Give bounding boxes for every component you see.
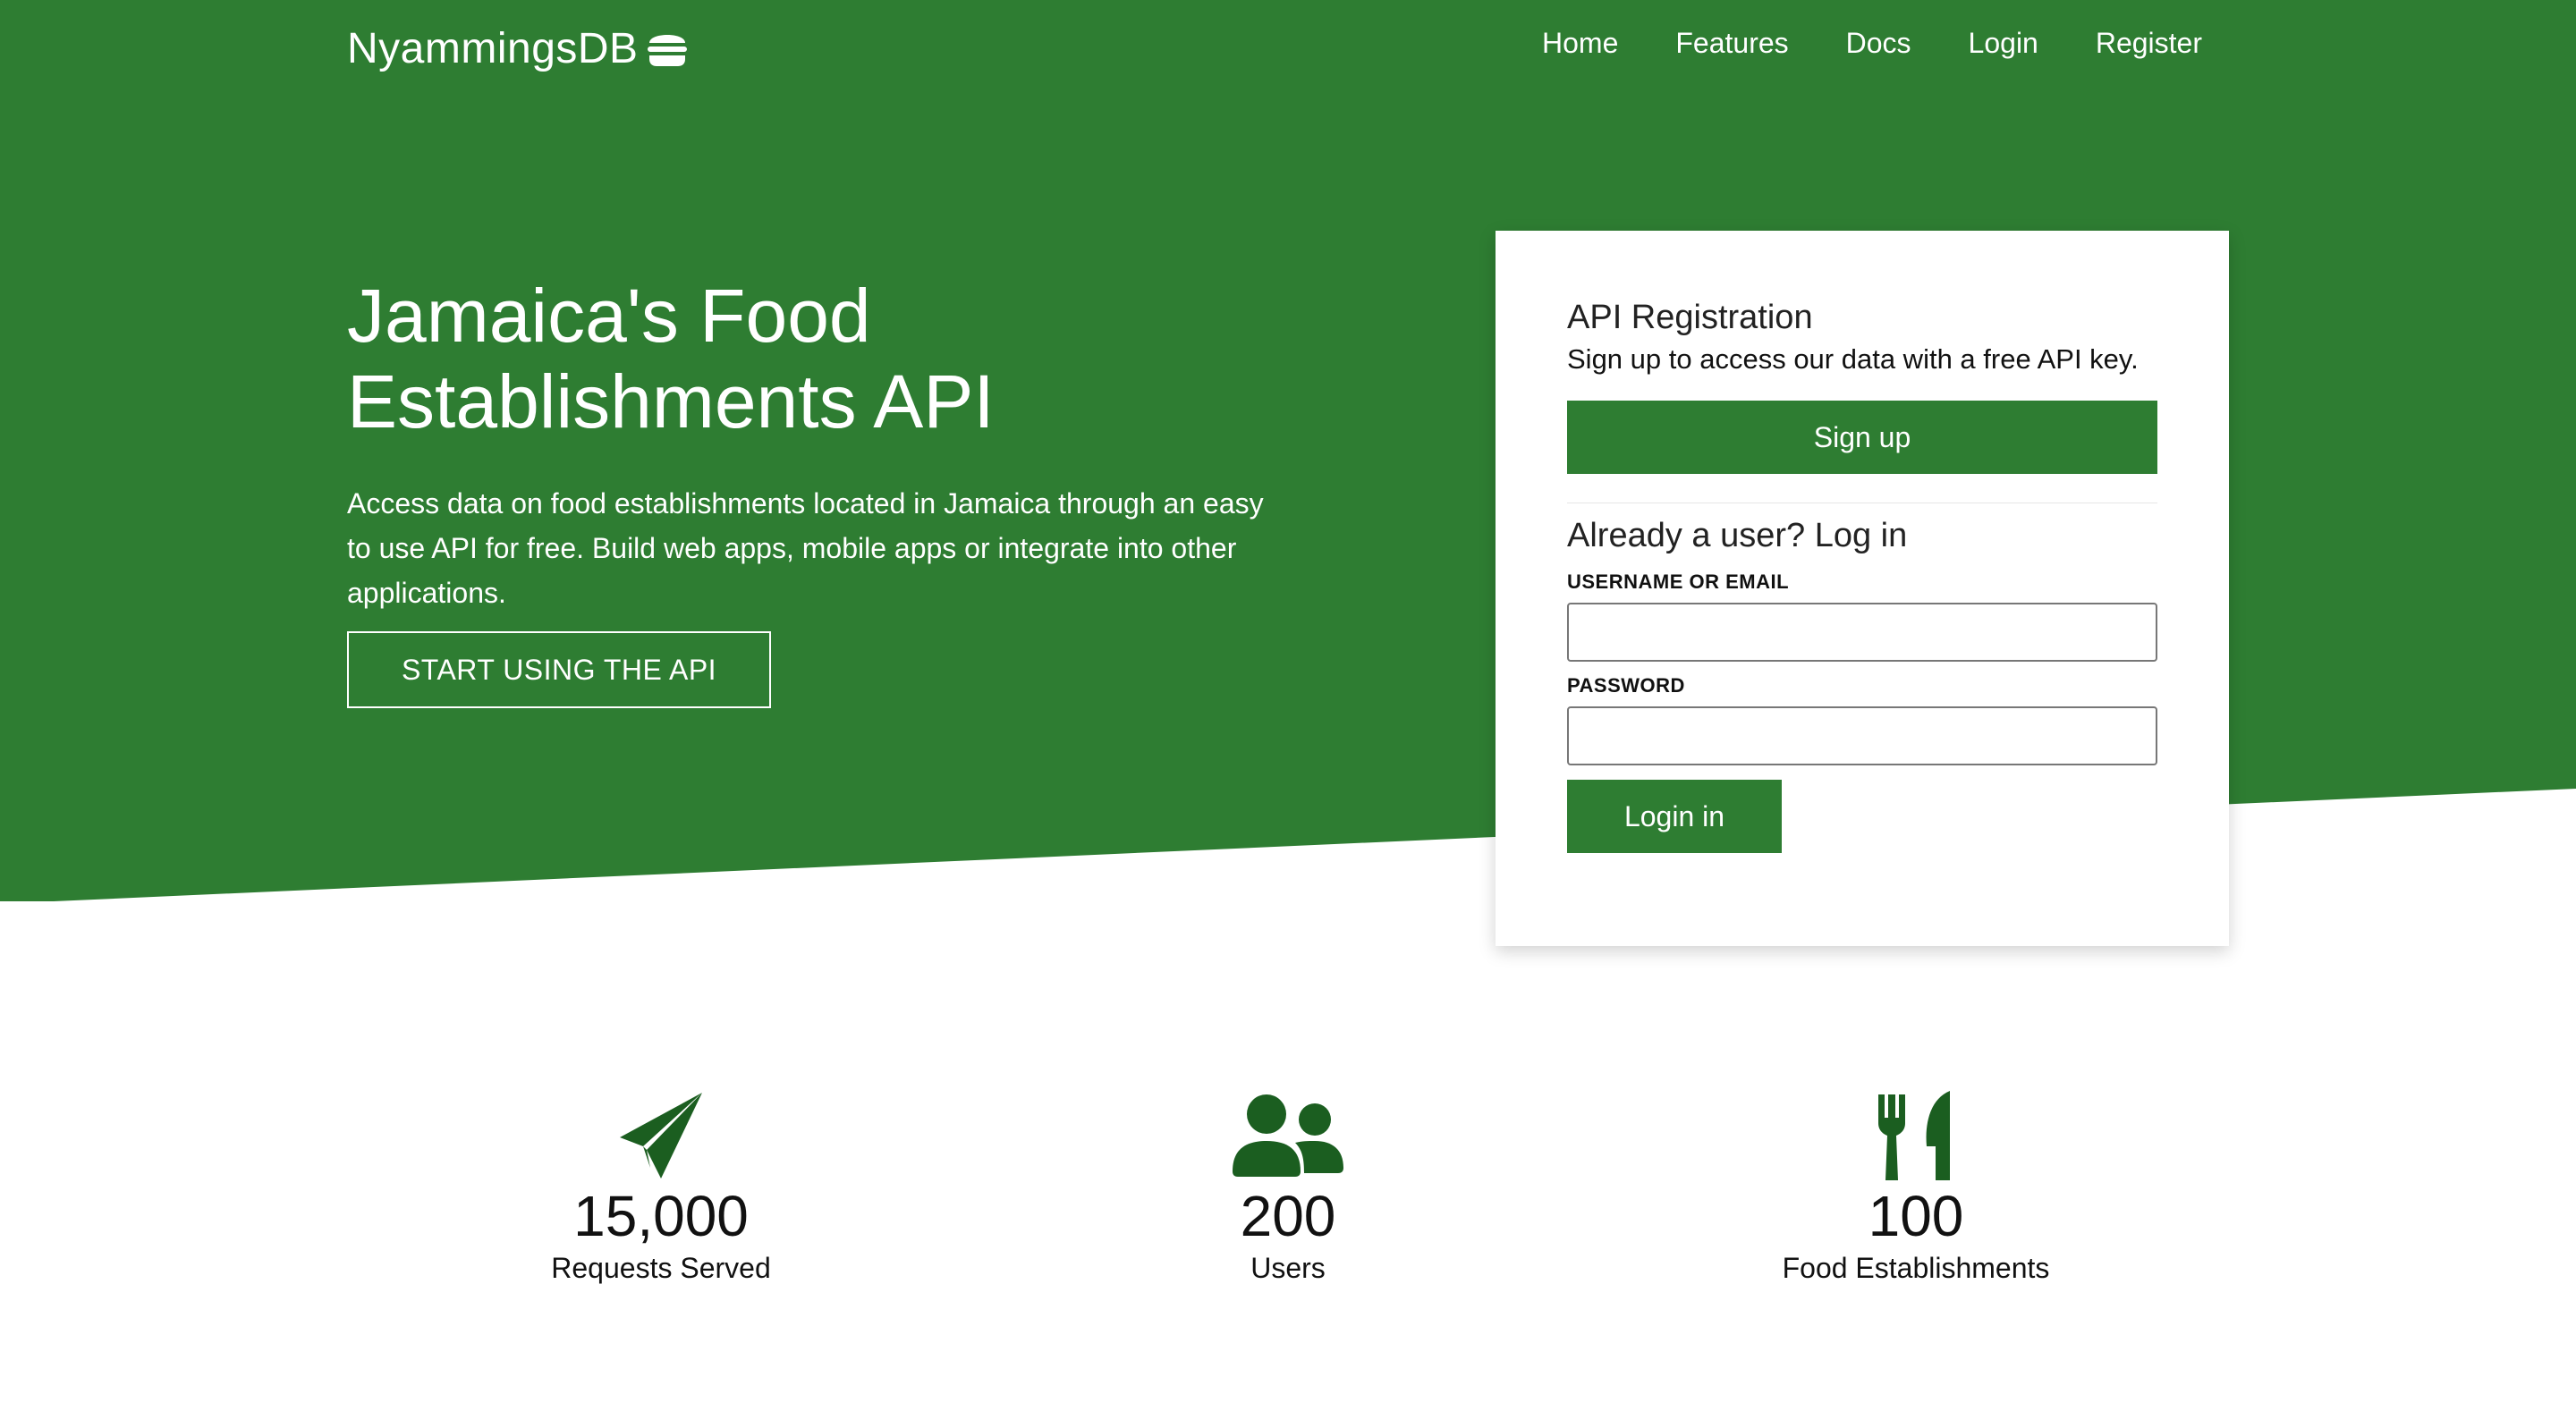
registration-title: API Registration [1567,299,1813,336]
brand-link[interactable]: NyammingsDB [347,21,689,75]
stat-establishments: 100 Food Establishments [1692,1091,2140,1286]
stat-users-value: 200 [1240,1184,1336,1248]
start-using-api-button[interactable]: START USING THE API [347,631,771,708]
password-label: PASSWORD [1567,674,1685,697]
hero-description: Access data on food establishments locat… [347,487,1264,609]
username-label: USERNAME OR EMAIL [1567,570,1790,593]
password-input[interactable] [1567,706,2157,765]
nav-features[interactable]: Features [1675,27,1788,60]
navbar: NyammingsDB Home Features Docs Login Reg… [0,0,2576,98]
registration-card: API Registration Sign up to access our d… [1496,231,2229,946]
stats-section: 15,000 Requests Served 200 Users 100 Foo… [0,1091,2576,1314]
stat-users-label: Users [1250,1252,1326,1284]
stat-requests-label: Requests Served [551,1252,771,1284]
stat-establishments-value: 100 [1868,1184,1964,1248]
login-title: Already a user? Log in [1567,517,1908,554]
sign-up-button[interactable]: Sign up [1567,401,2157,474]
stat-users: 200 Users [1064,1091,1512,1286]
hero-title-line-2: Establishments API [347,359,995,444]
nav-docs[interactable]: Docs [1846,27,1911,60]
hero-title: Jamaica's Food Establishments API [347,273,1331,444]
stat-requests: 15,000 Requests Served [437,1091,885,1286]
brand-name: NyammingsDB [347,24,639,72]
utensils-icon [1878,1091,1950,1180]
paper-plane-icon [620,1093,702,1179]
login-button[interactable]: Login in [1567,780,1782,853]
registration-subtitle: Sign up to access our data with a free A… [1567,343,2139,375]
users-icon [1233,1094,1343,1177]
hero-title-line-1: Jamaica's Food [347,274,871,358]
nav-login[interactable]: Login [1969,27,2038,60]
nav-home[interactable]: Home [1542,27,1618,60]
stat-establishments-label: Food Establishments [1782,1252,2050,1284]
nav-register[interactable]: Register [2096,27,2202,60]
username-input[interactable] [1567,603,2157,662]
nav-links: Home Features Docs Login Register [1542,27,2202,60]
stat-requests-value: 15,000 [573,1184,749,1248]
burger-icon [647,35,687,66]
